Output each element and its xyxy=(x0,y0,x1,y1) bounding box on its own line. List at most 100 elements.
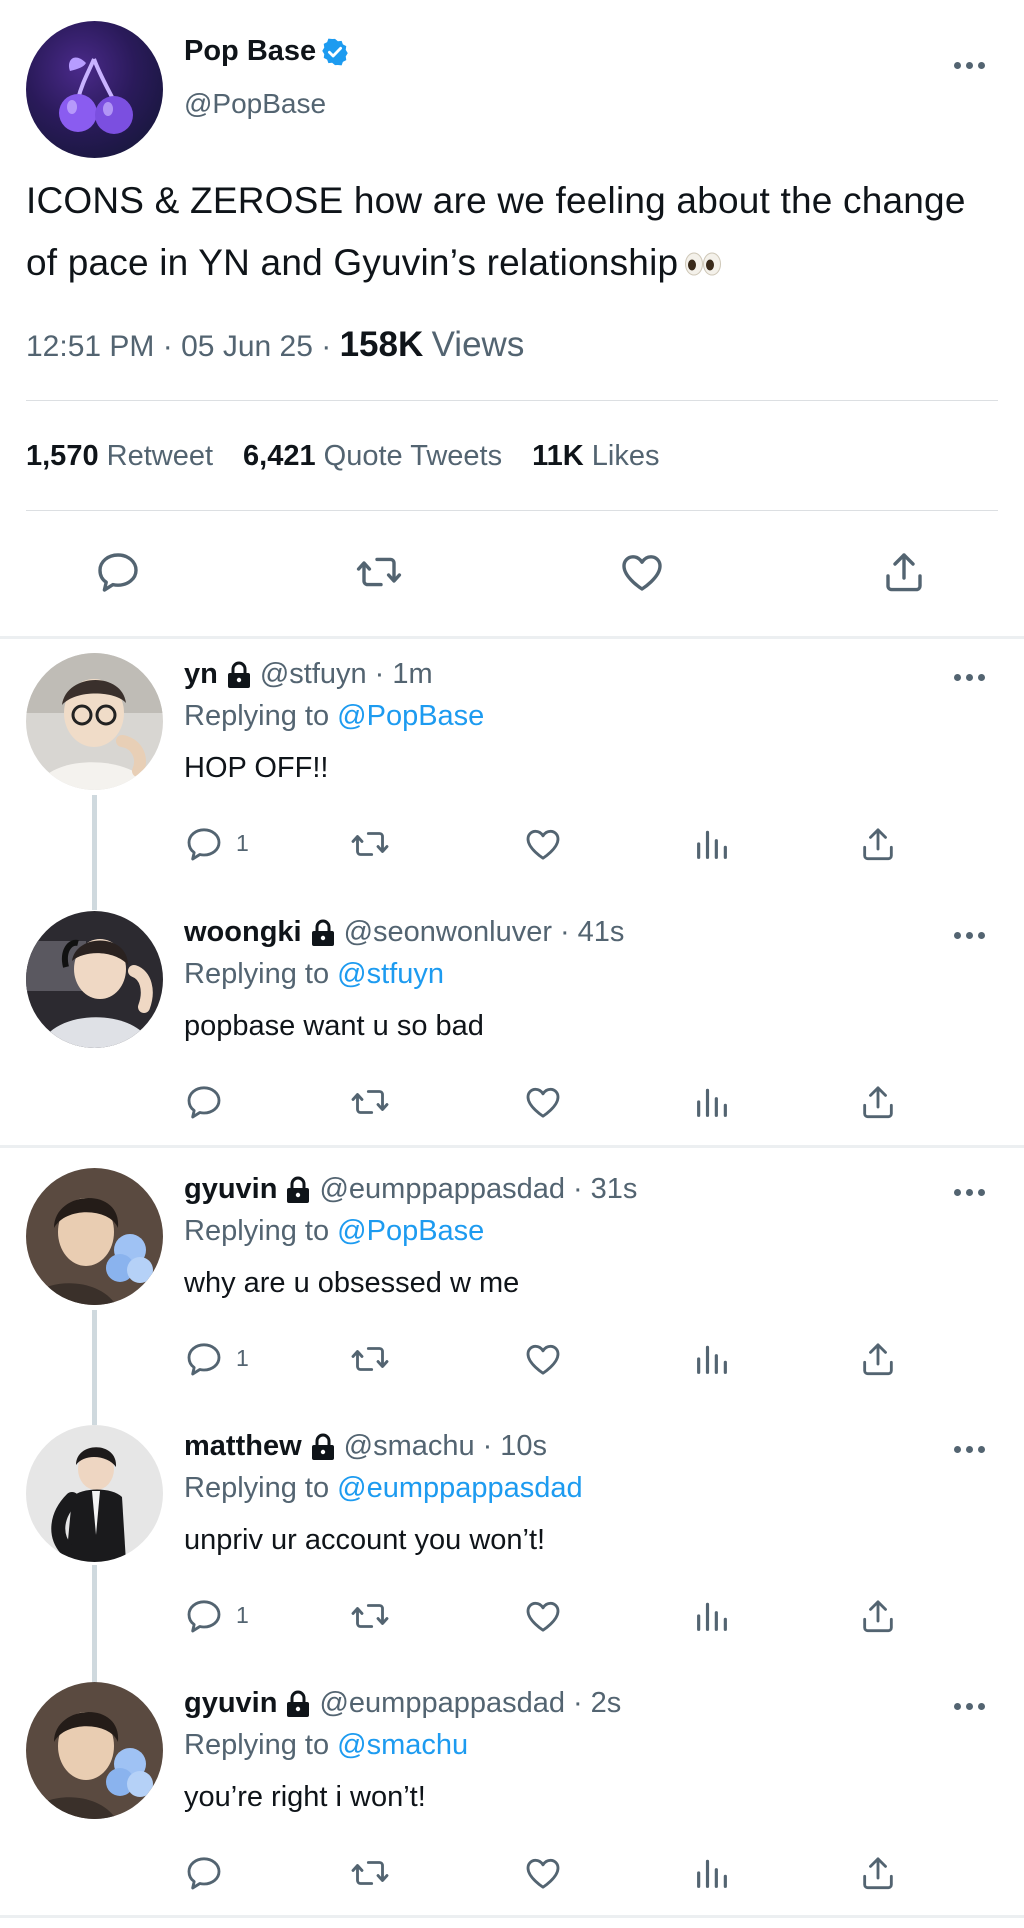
separator: · xyxy=(482,1430,493,1462)
reply-icon[interactable] xyxy=(94,548,142,596)
analytics-icon[interactable] xyxy=(692,1596,732,1636)
reply-time[interactable]: 1m xyxy=(392,658,432,691)
more-icon[interactable] xyxy=(954,60,986,70)
section-divider xyxy=(0,636,1024,639)
avatar[interactable] xyxy=(26,1168,163,1305)
divider xyxy=(26,400,998,401)
replying-to: Replying to @PopBase xyxy=(184,700,484,733)
like-icon[interactable] xyxy=(618,548,666,596)
quotes-count: 6,421 xyxy=(243,440,316,472)
more-icon[interactable] xyxy=(954,930,986,940)
retweet-icon[interactable] xyxy=(355,548,403,596)
likes-label: Likes xyxy=(591,440,660,472)
reply-count: 1 xyxy=(236,1602,249,1628)
reply-header: gyuvin @eumppappasdad · 2s xyxy=(184,1687,621,1720)
avatar[interactable] xyxy=(26,911,163,1048)
reply-tweet[interactable]: woongki @seonwonluver · 41s Replying to … xyxy=(0,900,1024,1157)
reply-author-handle[interactable]: @eumppappasdad xyxy=(319,1687,565,1720)
reply-author-name[interactable]: gyuvin xyxy=(184,1687,277,1720)
analytics-icon[interactable] xyxy=(692,824,732,864)
reply-icon[interactable] xyxy=(184,1082,224,1122)
avatar[interactable] xyxy=(26,653,163,790)
reply-author-name[interactable]: gyuvin xyxy=(184,1173,277,1206)
reply-header: woongki @seonwonluver · 41s xyxy=(184,916,624,949)
analytics-icon[interactable] xyxy=(692,1082,732,1122)
like-icon[interactable] xyxy=(523,1853,563,1893)
separator: · xyxy=(560,916,570,948)
share-icon[interactable] xyxy=(858,1339,898,1379)
author-name[interactable]: Pop Base xyxy=(184,35,350,68)
popbase-avatar[interactable] xyxy=(26,21,163,158)
more-icon[interactable] xyxy=(954,1701,986,1711)
retweet-icon[interactable] xyxy=(350,1853,390,1893)
tweet-text: ICONS & ZEROSE how are we feeling about … xyxy=(26,170,986,294)
lock-icon xyxy=(310,1433,336,1461)
retweets-count: 1,570 xyxy=(26,440,99,472)
tweet-text-content: ICONS & ZEROSE how are we feeling about … xyxy=(26,180,966,283)
likes-stat[interactable]: 11K Likes xyxy=(532,440,659,472)
like-icon[interactable] xyxy=(523,1339,563,1379)
views-label[interactable]: Views xyxy=(432,325,525,364)
mention-link[interactable]: @eumppappasdad xyxy=(337,1472,583,1504)
retweet-icon[interactable] xyxy=(350,824,390,864)
quotes-stat[interactable]: 6,421 Quote Tweets xyxy=(243,440,502,472)
mention-link[interactable]: @PopBase xyxy=(337,700,484,732)
more-icon[interactable] xyxy=(954,672,986,682)
reply-icon[interactable] xyxy=(184,1339,224,1379)
replying-to: Replying to @PopBase xyxy=(184,1215,484,1248)
reply-time[interactable]: 41s xyxy=(578,916,625,949)
reply-author-name[interactable]: woongki xyxy=(184,916,302,949)
reply-time[interactable]: 10s xyxy=(500,1430,547,1463)
reply-author-handle[interactable]: @eumppappasdad xyxy=(319,1173,565,1206)
retweets-stat[interactable]: 1,570 Retweet xyxy=(26,440,213,472)
reply-tweet[interactable]: gyuvin @eumppappasdad · 31s Replying to … xyxy=(0,1157,1024,1414)
retweet-icon[interactable] xyxy=(350,1596,390,1636)
reply-text: why are u obsessed w me xyxy=(184,1267,520,1299)
mention-link[interactable]: @stfuyn xyxy=(337,958,444,990)
share-icon[interactable] xyxy=(858,1596,898,1636)
reply-author-name[interactable]: matthew xyxy=(184,1430,302,1463)
share-icon[interactable] xyxy=(858,1082,898,1122)
more-icon[interactable] xyxy=(954,1444,986,1454)
lock-icon xyxy=(285,1690,311,1718)
reply-author-handle[interactable]: @seonwonluver xyxy=(344,916,552,949)
reply-tweet[interactable]: gyuvin @eumppappasdad · 2s Replying to @… xyxy=(0,1671,1024,1928)
reply-time[interactable]: 2s xyxy=(591,1687,622,1720)
reply-icon[interactable] xyxy=(184,1853,224,1893)
retweet-icon[interactable] xyxy=(350,1339,390,1379)
analytics-icon[interactable] xyxy=(692,1339,732,1379)
reply-author-handle[interactable]: @smachu xyxy=(344,1430,475,1463)
author-handle[interactable]: @PopBase xyxy=(184,88,326,120)
share-icon[interactable] xyxy=(858,1853,898,1893)
like-icon[interactable] xyxy=(523,824,563,864)
reply-tweet[interactable]: matthew @smachu · 10s Replying to @eumpp… xyxy=(0,1414,1024,1671)
mention-link[interactable]: @smachu xyxy=(337,1729,468,1761)
more-icon[interactable] xyxy=(954,1187,986,1197)
separator: · xyxy=(321,330,332,363)
analytics-icon[interactable] xyxy=(692,1853,732,1893)
views-count[interactable]: 158K xyxy=(340,325,424,364)
verified-badge-icon xyxy=(320,37,350,67)
avatar[interactable] xyxy=(26,1682,163,1819)
share-icon[interactable] xyxy=(858,824,898,864)
replying-label: Replying to xyxy=(184,1729,330,1761)
separator: · xyxy=(572,1173,583,1205)
reply-icon[interactable] xyxy=(184,824,224,864)
reply-author-name[interactable]: yn xyxy=(184,658,218,691)
retweet-icon[interactable] xyxy=(350,1082,390,1122)
retweets-label: Retweet xyxy=(106,440,214,472)
reply-tweet[interactable]: yn @stfuyn · 1m Replying to @PopBase HOP… xyxy=(0,642,1024,899)
reply-author-handle[interactable]: @stfuyn xyxy=(260,658,367,691)
mention-link[interactable]: @PopBase xyxy=(337,1215,484,1247)
reply-icon[interactable] xyxy=(184,1596,224,1636)
quotes-label: Quote Tweets xyxy=(323,440,503,472)
share-icon[interactable] xyxy=(880,548,928,596)
like-icon[interactable] xyxy=(523,1082,563,1122)
reply-text: popbase want u so bad xyxy=(184,1010,484,1042)
replying-label: Replying to xyxy=(184,1472,330,1504)
avatar[interactable] xyxy=(26,1425,163,1562)
reply-time[interactable]: 31s xyxy=(591,1173,638,1206)
like-icon[interactable] xyxy=(523,1596,563,1636)
tweet-time: 12:51 PM xyxy=(26,330,155,363)
author-name-text: Pop Base xyxy=(184,35,317,67)
